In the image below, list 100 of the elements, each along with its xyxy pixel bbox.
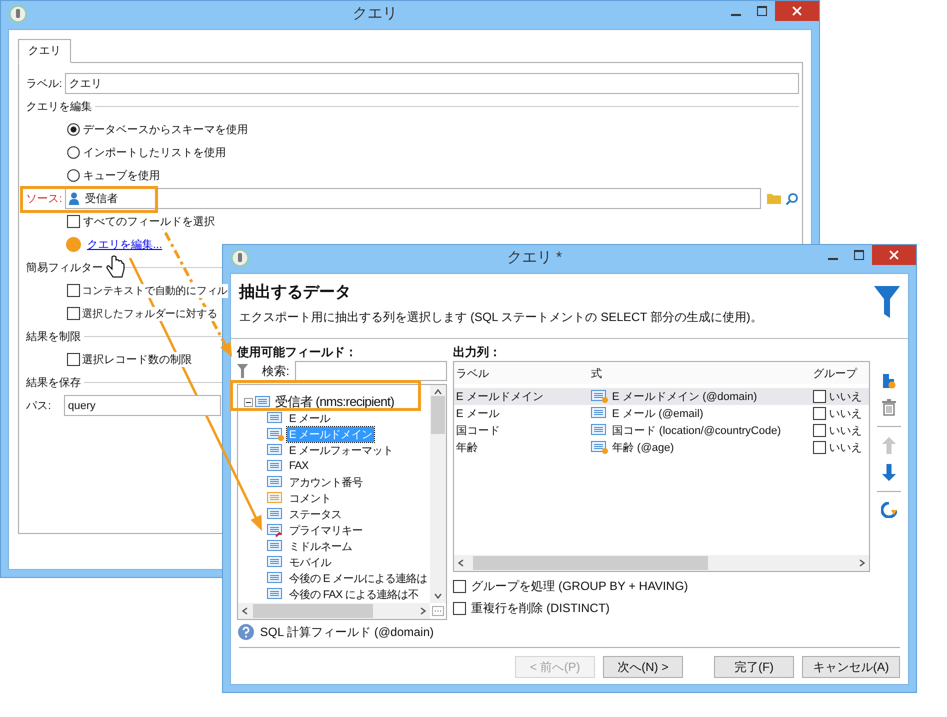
table-row[interactable]: 年齢 年齢 (@age) いいえ — [454, 439, 869, 456]
chevron-left-icon[interactable] — [457, 559, 465, 567]
table-cell-text: 国コード — [455, 424, 501, 438]
radio-label: データベースからスキーマを使用 — [83, 123, 248, 137]
checkbox[interactable] — [67, 284, 80, 297]
tree-item[interactable]: プライマリキー — [287, 522, 364, 538]
table-cell-text: いいえ — [829, 390, 862, 404]
tree-item[interactable]: モバイル — [287, 554, 333, 570]
table-cell-text: 年齢 (@age) — [612, 441, 674, 455]
radio-button[interactable] — [67, 146, 80, 159]
field-icon — [267, 556, 285, 568]
checkbox[interactable] — [813, 407, 826, 420]
tree-item[interactable]: ステータス — [287, 506, 344, 522]
scrollbar[interactable] — [238, 603, 430, 619]
search-label: 検索: — [262, 365, 290, 377]
field-icon — [267, 540, 285, 552]
group-title: クエリを編集 — [26, 100, 92, 114]
group-title: 簡易フィルター — [26, 261, 103, 275]
tree-item[interactable]: ミドルネーム — [287, 538, 354, 554]
input-field[interactable]: query — [64, 395, 221, 416]
table-cell-text: いいえ — [829, 424, 862, 438]
distribution-icon[interactable] — [881, 502, 897, 518]
tree-item[interactable]: 今後の E メールによる連絡は — [287, 570, 429, 586]
computed-field-icon — [591, 390, 609, 403]
chevron-right-icon[interactable] — [858, 559, 866, 567]
app-icon — [9, 5, 27, 23]
checkbox[interactable] — [813, 424, 826, 437]
wizard-button[interactable]: 次へ(N) > — [603, 656, 683, 678]
tree-item[interactable]: E メール — [287, 410, 332, 426]
tree-item[interactable]: アカウント番号 — [287, 474, 364, 490]
radio-label: インポートしたリストを使用 — [83, 146, 226, 160]
dot-icon — [66, 237, 81, 252]
close-button[interactable] — [775, 1, 819, 21]
collapse-icon[interactable] — [244, 398, 253, 406]
chevron-right-icon[interactable] — [419, 607, 427, 615]
scrollbar[interactable] — [430, 385, 446, 603]
hand-cursor-icon — [106, 256, 124, 278]
search-field[interactable] — [295, 361, 447, 381]
field-label: ラベル: — [26, 77, 62, 91]
checkbox[interactable] — [813, 441, 826, 454]
edit-query-link[interactable]: クエリを編集... — [87, 237, 162, 252]
chevron-up-icon[interactable] — [434, 388, 442, 396]
add-field-icon[interactable] — [881, 372, 897, 389]
table-cell-text: いいえ — [829, 441, 862, 455]
checkbox[interactable] — [813, 390, 826, 403]
table-cell-text: E メールドメイン — [455, 390, 544, 404]
field-icon — [591, 424, 609, 437]
page-heading: 抽出するデータ — [239, 282, 352, 303]
checkbox[interactable] — [67, 215, 80, 228]
tree-item[interactable]: E メールフォーマット — [287, 442, 395, 458]
field-icon — [267, 476, 285, 488]
radio-button[interactable] — [67, 123, 80, 136]
table-cell-text: いいえ — [829, 407, 862, 421]
funnel-icon — [237, 364, 248, 378]
tree-item[interactable]: FAX — [287, 460, 310, 472]
computed-field-icon — [591, 441, 609, 454]
group-title: 結果を保存 — [26, 376, 81, 390]
input-field[interactable]: 受信者 — [65, 188, 761, 209]
checkbox[interactable] — [67, 307, 80, 320]
window-title: クエリ — [352, 4, 398, 24]
checkbox[interactable] — [453, 602, 466, 614]
wizard-button[interactable]: 完了(F) — [714, 656, 794, 678]
checkbox[interactable] — [453, 580, 466, 592]
column-header[interactable]: ラベル — [454, 366, 589, 380]
scrollbar[interactable] — [454, 555, 869, 571]
checkbox-label: 選択したフォルダーに対する — [82, 306, 218, 320]
hint-text: SQL 計算フィールド (@domain) — [260, 624, 434, 640]
field-icon — [591, 407, 609, 420]
input-field[interactable]: クエリ — [65, 73, 799, 94]
chevron-down-icon[interactable] — [434, 592, 442, 600]
column-header[interactable]: 式 — [589, 366, 811, 380]
checkbox[interactable] — [67, 353, 80, 366]
table-row[interactable]: E メールドメイン E メールドメイン (@domain) いいえ — [454, 388, 869, 405]
minimize-icon — [828, 258, 838, 260]
table-cell-text: 国コード (location/@countryCode) — [612, 424, 781, 438]
checkbox-label: グループを処理 (GROUP BY + HAVING) — [471, 578, 688, 594]
table-row[interactable]: 国コード 国コード (location/@countryCode) いいえ — [454, 422, 869, 439]
tree-item[interactable]: 受信者 (nms:recipient) — [275, 393, 394, 411]
wizard-button[interactable]: キャンセル(A) — [802, 656, 900, 678]
field-icon — [267, 412, 285, 424]
radio-button[interactable] — [67, 169, 80, 182]
field-icon — [267, 444, 285, 456]
minimize-icon — [731, 14, 741, 16]
down-arrow-icon[interactable] — [882, 464, 896, 481]
close-icon — [792, 6, 802, 16]
chevron-left-icon[interactable] — [241, 607, 249, 615]
close-button[interactable] — [872, 245, 916, 265]
maximize-icon — [757, 6, 767, 16]
scrollbar-thumb[interactable] — [253, 604, 373, 618]
table-row[interactable]: E メール E メール (@email) いいえ — [454, 405, 869, 422]
radio-label: キューブを使用 — [83, 168, 160, 183]
section-label: 出力列： — [453, 344, 502, 361]
tab[interactable]: クエリ — [18, 39, 71, 63]
tree-item[interactable]: コメント — [287, 490, 333, 506]
checkbox-label: 重複行を削除 (DISTINCT) — [471, 600, 610, 616]
tree-item[interactable]: 今後の FAX による連絡は不 — [287, 586, 420, 602]
scrollbar-thumb[interactable] — [431, 396, 445, 434]
close-icon — [889, 250, 899, 260]
column-header[interactable]: グループ — [811, 366, 869, 380]
search-icon[interactable] — [785, 192, 799, 206]
